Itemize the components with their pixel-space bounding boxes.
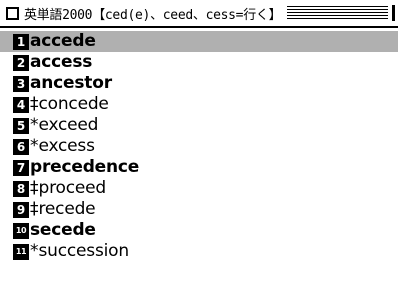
usage-mark: *	[30, 115, 39, 135]
headword: excess	[38, 136, 95, 156]
list-item[interactable]: 8 ‡ proceed	[0, 178, 398, 199]
title-bar: 英単語2000【ced(e)、ceed、cess=行く】	[0, 0, 398, 28]
number-badge: 9	[13, 201, 29, 218]
list-item[interactable]: 7 precedence	[0, 157, 398, 178]
number-badge: 6	[13, 138, 29, 155]
list-item[interactable]: 5 * exceed	[0, 115, 398, 136]
usage-mark: *	[30, 136, 39, 156]
headword: secede	[30, 220, 96, 240]
word-list: 1 accede 2 access 3 ancestor 4 ‡ concede…	[0, 31, 398, 262]
number-badge: 5	[13, 117, 29, 134]
usage-mark: ‡	[30, 94, 39, 114]
headword: proceed	[38, 178, 107, 198]
list-item[interactable]: 11 * succession	[0, 241, 398, 262]
number-badge: 2	[13, 54, 29, 71]
headword: recede	[38, 199, 96, 219]
headword: precedence	[30, 157, 140, 177]
list-title: 英単語2000【ced(e)、ceed、cess=行く】	[24, 7, 282, 23]
headword: exceed	[38, 115, 99, 135]
number-badge: 3	[13, 75, 29, 92]
usage-mark: ‡	[30, 199, 39, 219]
dictionary-screen: 英単語2000【ced(e)、ceed、cess=行く】 1 accede 2 …	[0, 0, 398, 302]
usage-mark: *	[30, 241, 39, 261]
headword: concede	[38, 94, 109, 114]
headword: access	[30, 52, 93, 72]
headword: ancestor	[30, 73, 112, 93]
title-stripes-decoration	[287, 6, 388, 20]
number-badge: 8	[13, 180, 29, 197]
number-badge: 10	[13, 222, 29, 239]
headword: accede	[30, 31, 96, 51]
list-item[interactable]: 6 * excess	[0, 136, 398, 157]
list-item[interactable]: 4 ‡ concede	[0, 94, 398, 115]
list-item[interactable]: 10 secede	[0, 220, 398, 241]
number-badge: 7	[13, 159, 29, 176]
checkbox-icon	[6, 6, 19, 20]
list-item[interactable]: 9 ‡ recede	[0, 199, 398, 220]
title-end-marker	[392, 5, 395, 21]
usage-mark: ‡	[30, 178, 39, 198]
number-badge: 4	[13, 96, 29, 113]
headword: succession	[38, 241, 130, 261]
list-item[interactable]: 2 access	[0, 52, 398, 73]
list-item[interactable]: 3 ancestor	[0, 73, 398, 94]
list-item[interactable]: 1 accede	[0, 31, 398, 52]
number-badge: 11	[13, 243, 29, 260]
number-badge: 1	[13, 33, 29, 50]
